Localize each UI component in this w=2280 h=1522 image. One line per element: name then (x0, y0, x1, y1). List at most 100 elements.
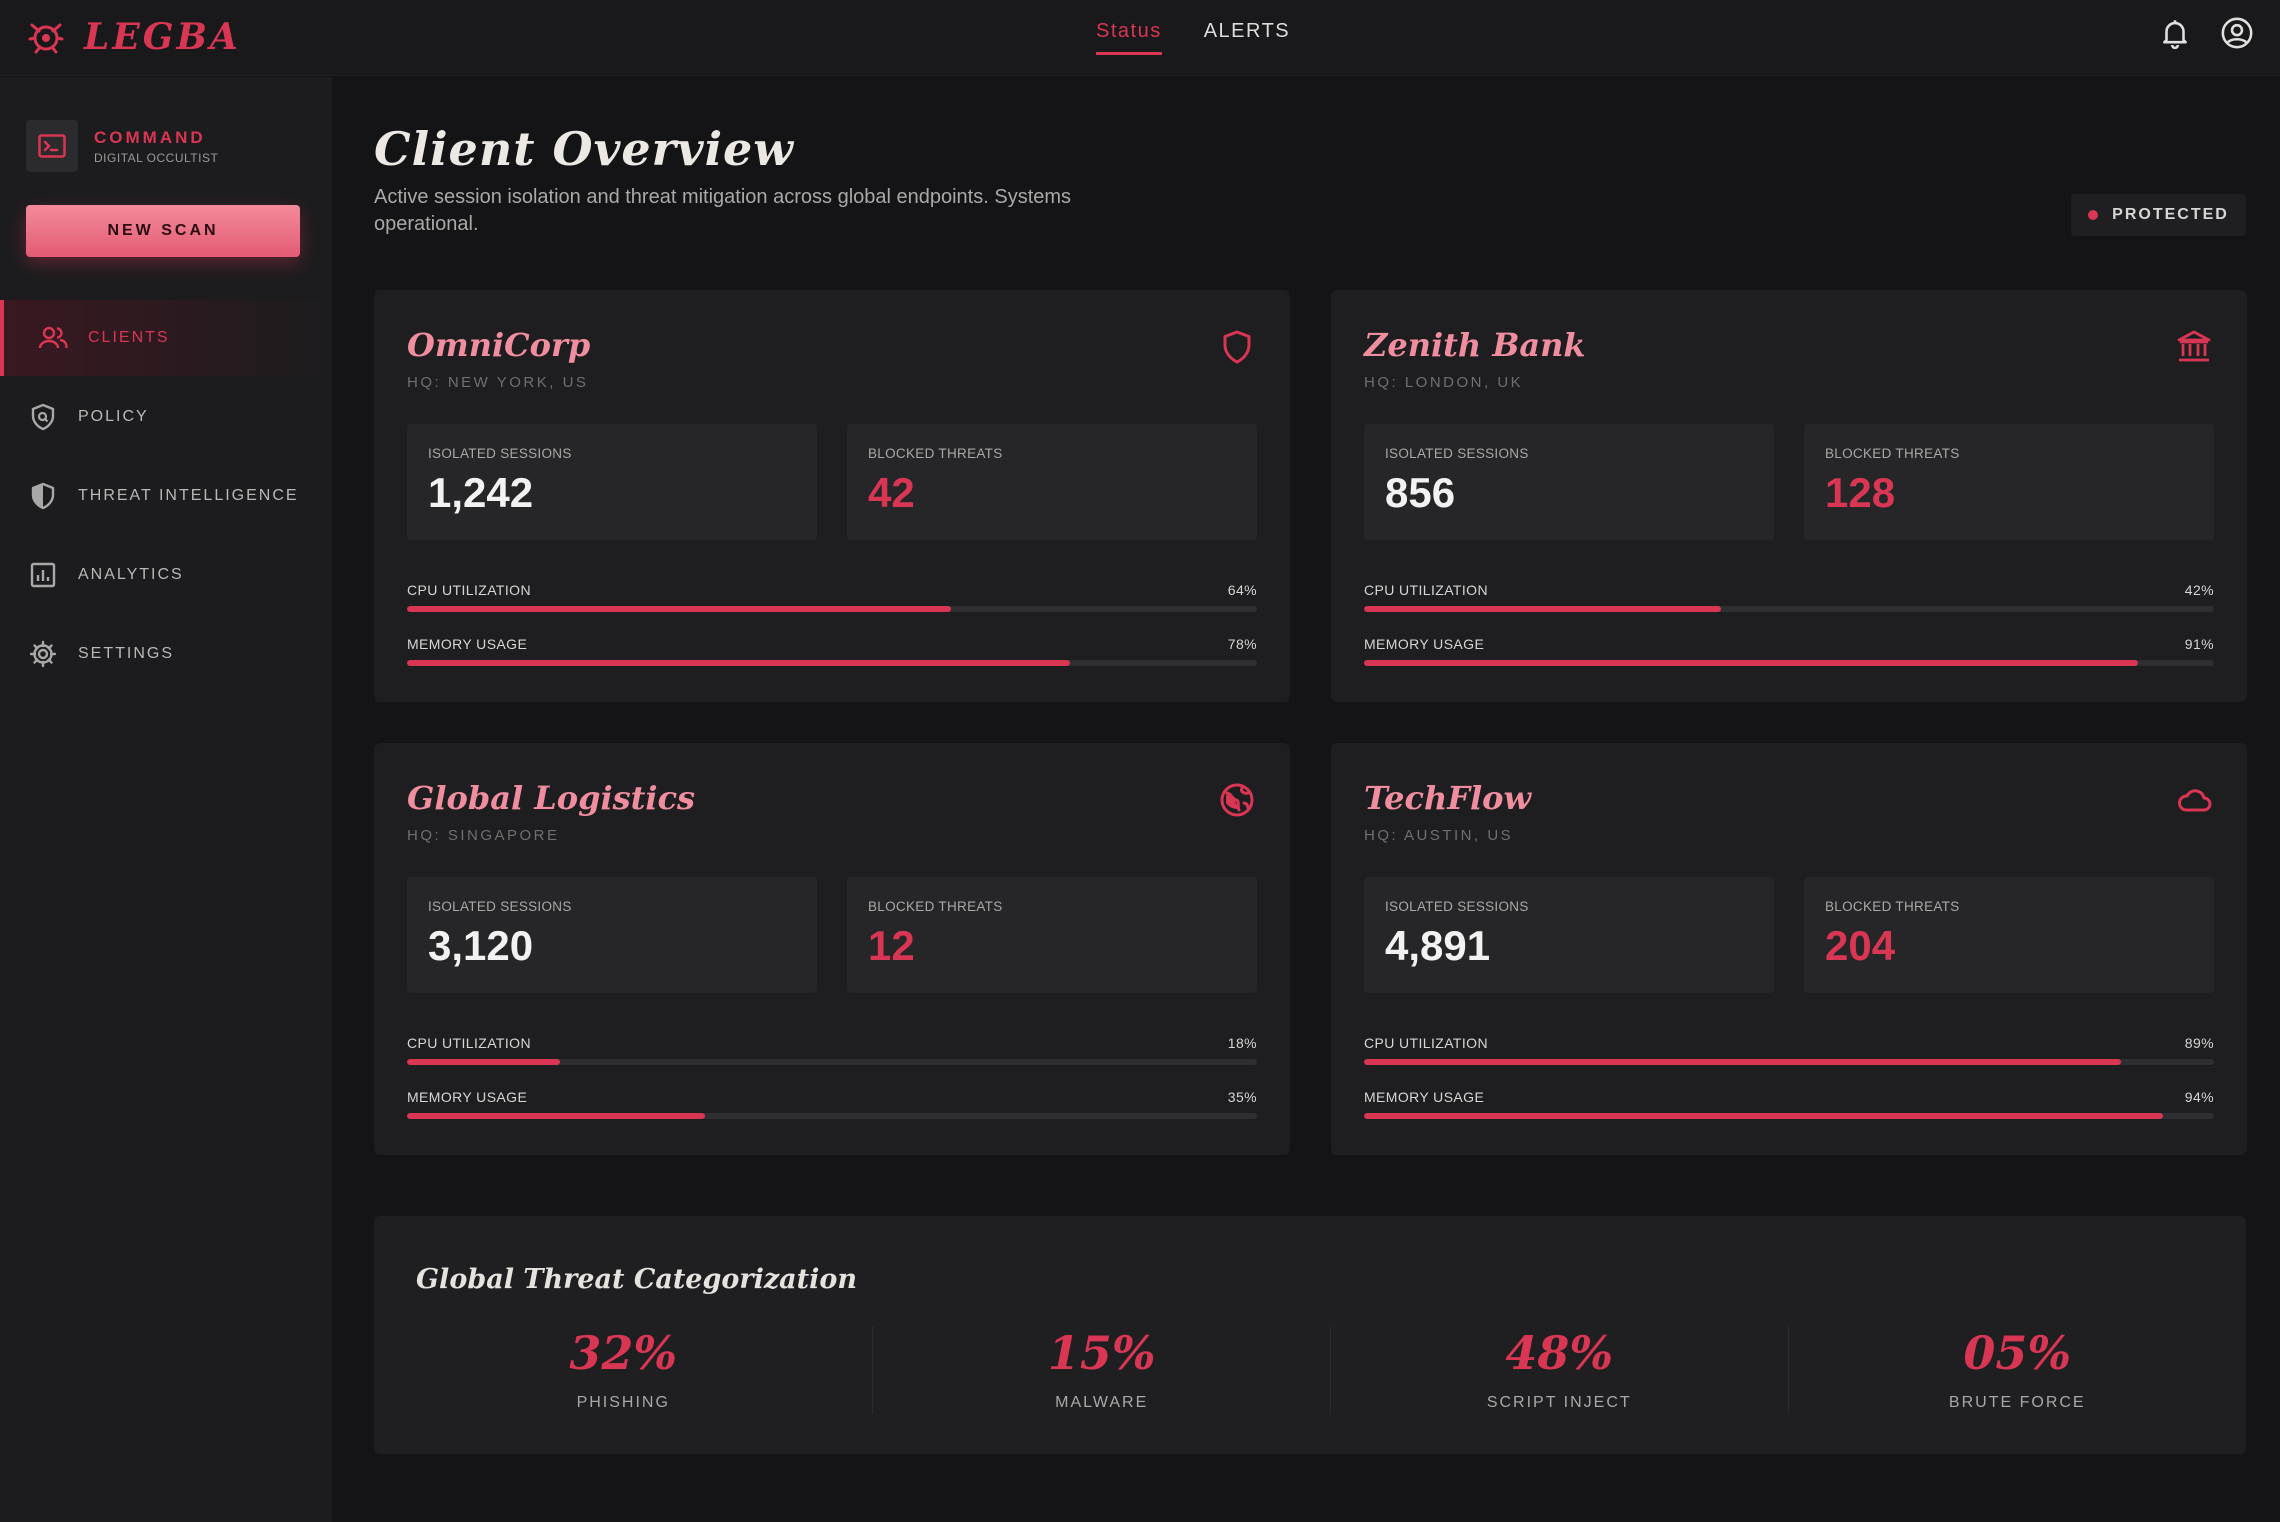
progress-fill (407, 606, 951, 612)
client-card-techflow[interactable]: TechFlow HQ: AUSTIN, US ISOLATED SESSION… (1331, 743, 2247, 1155)
threat-categories: 32% PHISHING 15% MALWARE 48% SCRIPT INJE… (374, 1326, 2246, 1426)
logo-icon (28, 23, 64, 54)
tab-status[interactable]: Status (1096, 20, 1162, 55)
memory-usage: MEMORY USAGE 78% (407, 636, 1257, 666)
status-badge-label: PROTECTED (2112, 206, 2229, 223)
memory-usage: MEMORY USAGE 35% (407, 1089, 1257, 1119)
bar-value: 35% (1227, 1089, 1257, 1105)
gear-icon (29, 640, 57, 668)
bar-value: 42% (2184, 582, 2214, 598)
client-name: TechFlow (1364, 779, 1532, 817)
client-card-global-logistics[interactable]: Global Logistics HQ: SINGAPORE ISOLATED … (374, 743, 1290, 1155)
threat-category-brute-force: 05% BRUTE FORCE (1789, 1326, 2247, 1414)
isolated-sessions-stat: ISOLATED SESSIONS 3,120 (407, 877, 817, 993)
client-name: OmniCorp (407, 326, 591, 364)
progress-fill (407, 1113, 705, 1119)
stat-label: BLOCKED THREATS (1825, 899, 1960, 914)
tab-alerts[interactable]: ALERTS (1204, 20, 1290, 55)
stat-value: 12 (868, 922, 915, 969)
memory-usage: MEMORY USAGE 94% (1364, 1089, 2214, 1119)
sidebar-item-label: CLIENTS (88, 329, 170, 346)
bar-label: CPU UTILIZATION (1364, 582, 1488, 598)
stat-label: BLOCKED THREATS (868, 446, 1003, 461)
stat-value: 42 (868, 469, 915, 516)
threat-label: MALWARE (1055, 1394, 1149, 1411)
threat-label: PHISHING (576, 1394, 670, 1411)
bar-chart-icon (30, 562, 56, 588)
progress-fill (1364, 1113, 2163, 1119)
threat-category-phishing: 32% PHISHING (374, 1326, 874, 1414)
users-icon (38, 326, 68, 349)
status-dot (2088, 210, 2099, 220)
progress-fill (407, 1059, 560, 1065)
isolated-sessions-stat: ISOLATED SESSIONS 856 (1364, 424, 1774, 540)
bar-label: CPU UTILIZATION (1364, 1035, 1488, 1051)
command-title: COMMAND (94, 127, 206, 147)
page-description: Active session isolation and threat miti… (374, 186, 1072, 235)
bank-icon (2177, 330, 2211, 362)
bell-icon[interactable] (2158, 16, 2192, 50)
progress-track (1364, 660, 2214, 666)
stat-value: 128 (1825, 469, 1896, 516)
threat-percent: 05% (1963, 1326, 2072, 1380)
new-scan-button[interactable]: NEW SCAN (26, 205, 300, 257)
stat-value: 856 (1385, 469, 1456, 516)
threat-panel-title: Global Threat Categorization (416, 1264, 858, 1295)
client-card-omnicorp[interactable]: OmniCorp HQ: NEW YORK, US ISOLATED SESSI… (374, 290, 1290, 702)
progress-track (1364, 1059, 2214, 1065)
brand-name: LEGBA (84, 16, 241, 58)
sidebar-item-label: THREAT INTELLIGENCE (78, 487, 299, 504)
terminal-icon-box (26, 120, 78, 172)
memory-usage: MEMORY USAGE 91% (1364, 636, 2214, 666)
command-profile: COMMAND DIGITAL OCCULTIST (26, 120, 218, 172)
bar-value: 94% (2184, 1089, 2214, 1105)
progress-fill (1364, 660, 2138, 666)
top-nav: Status ALERTS (1096, 20, 1290, 55)
cloud-icon (2178, 789, 2212, 812)
bar-label: CPU UTILIZATION (407, 1035, 531, 1051)
command-subtitle: DIGITAL OCCULTIST (94, 150, 219, 165)
sidebar-item-settings[interactable]: SETTINGS (0, 616, 332, 692)
brand-logo[interactable]: LEGBA (26, 16, 241, 58)
bar-value: 64% (1227, 582, 1257, 598)
account-circle-icon[interactable] (2220, 16, 2254, 50)
bar-label: MEMORY USAGE (407, 1089, 528, 1105)
blocked-threats-stat: BLOCKED THREATS 42 (847, 424, 1257, 540)
policy-shield-icon (31, 403, 55, 431)
progress-fill (1364, 606, 1721, 612)
progress-track (407, 606, 1257, 612)
cpu-utilization: CPU UTILIZATION 89% (1364, 1035, 2214, 1065)
bar-label: CPU UTILIZATION (407, 582, 531, 598)
sidebar-item-policy[interactable]: POLICY (0, 379, 332, 455)
stat-label: ISOLATED SESSIONS (1385, 899, 1529, 914)
threat-category-malware: 15% MALWARE (873, 1326, 1331, 1414)
blocked-threats-stat: BLOCKED THREATS 128 (1804, 424, 2214, 540)
stat-value: 1,242 (428, 469, 534, 516)
bar-label: MEMORY USAGE (407, 636, 528, 652)
stat-label: BLOCKED THREATS (1825, 446, 1960, 461)
top-icons (2158, 16, 2254, 50)
bar-value: 91% (2184, 636, 2214, 652)
sidebar-item-label: SETTINGS (78, 645, 175, 662)
progress-track (1364, 1113, 2214, 1119)
progress-track (1364, 606, 2214, 612)
blocked-threats-stat: BLOCKED THREATS 204 (1804, 877, 2214, 993)
stat-label: ISOLATED SESSIONS (428, 446, 572, 461)
stat-label: ISOLATED SESSIONS (1385, 446, 1529, 461)
cpu-utilization: CPU UTILIZATION 64% (407, 582, 1257, 612)
sidebar-item-label: POLICY (78, 408, 149, 425)
client-card-zenith-bank[interactable]: Zenith Bank HQ: LONDON, UK ISOLATED SESS… (1331, 290, 2247, 702)
sidebar-item-threat-intelligence[interactable]: THREAT INTELLIGENCE (0, 458, 332, 534)
shield-icon (1223, 330, 1251, 364)
threat-label: BRUTE FORCE (1948, 1394, 2086, 1411)
stat-value: 3,120 (428, 922, 534, 969)
sidebar-item-clients[interactable]: CLIENTS (0, 300, 332, 376)
sidebar-item-analytics[interactable]: ANALYTICS (0, 537, 332, 613)
shield-half-icon (31, 482, 55, 510)
blocked-threats-stat: BLOCKED THREATS 12 (847, 877, 1257, 993)
bar-value: 78% (1227, 636, 1257, 652)
progress-track (407, 1059, 1257, 1065)
threat-category-script-inject: 48% SCRIPT INJECT (1331, 1326, 1789, 1414)
isolated-sessions-stat: ISOLATED SESSIONS 1,242 (407, 424, 817, 540)
bar-value: 89% (2184, 1035, 2214, 1051)
